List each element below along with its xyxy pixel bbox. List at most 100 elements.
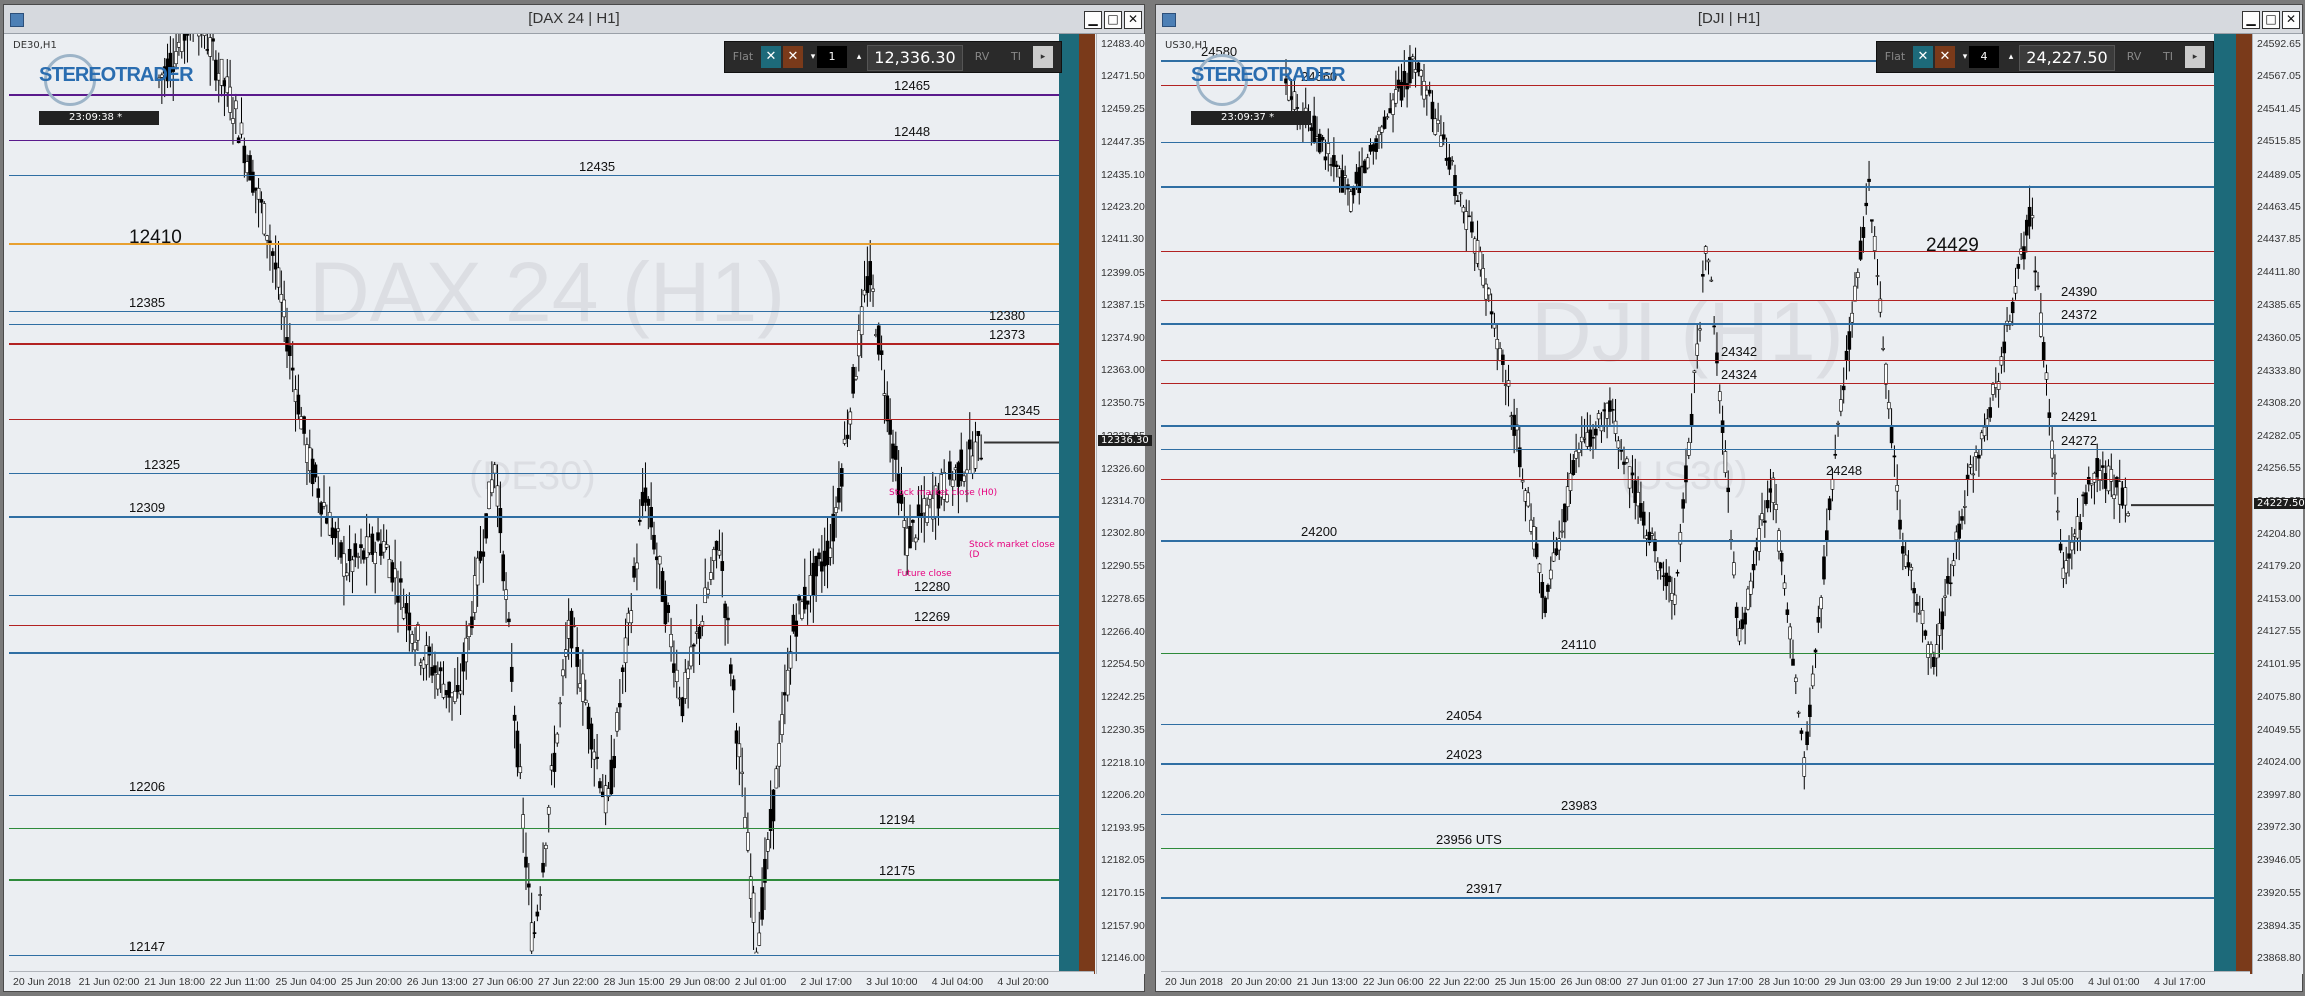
trade-toolbar[interactable]: Flat ✕ ✕ ▾ 4 ▴ 24,227.50 RV TI ▸	[1876, 41, 2214, 73]
close-button[interactable]: ✕	[2282, 11, 2300, 29]
title-bar[interactable]: [DJI | H1] ▁ □ ✕	[1156, 5, 2302, 34]
level-line[interactable]	[1161, 424, 2216, 427]
candle-body	[359, 544, 363, 549]
close-position-icon[interactable]: ✕	[761, 46, 781, 68]
time-tick: 20 Jun 20:00	[1230, 976, 1292, 988]
candle-body	[657, 556, 662, 565]
level-line[interactable]	[1161, 479, 2216, 481]
lots-input[interactable]: 1	[817, 46, 847, 68]
candle-body	[435, 673, 440, 690]
candle-body	[1765, 500, 1770, 509]
level-line[interactable]	[9, 310, 1059, 312]
price-axis[interactable]: 24592.65 24567.05 24541.45 24515.85 24489.05…	[2252, 34, 2305, 974]
title-bar[interactable]: [DAX 24 | H1] ▁ □ ✕	[4, 5, 1144, 34]
close-all-icon[interactable]: ✕	[783, 46, 803, 68]
candle-body	[1912, 588, 1916, 594]
side-panel[interactable]	[1059, 34, 1095, 974]
lots-input[interactable]: 4	[1969, 46, 1999, 68]
level-line[interactable]	[9, 139, 1059, 141]
level-line[interactable]	[1161, 448, 2216, 450]
level-line[interactable]	[9, 795, 1059, 797]
level-line[interactable]	[1161, 847, 2216, 849]
candle-body	[1441, 134, 1446, 140]
level-line[interactable]	[9, 516, 1059, 519]
close-position-icon[interactable]: ✕	[1913, 46, 1933, 68]
time-tick: 3 Jul 10:00	[866, 976, 918, 988]
time-axis[interactable]: 20 Jun 2018 21 Jun 02:00 21 Jun 18:00 22 Ju…	[9, 971, 1094, 991]
candle-body	[911, 519, 915, 523]
ti-button[interactable]: TI	[1005, 46, 1027, 68]
level-line[interactable]	[1161, 360, 2216, 362]
price-axis[interactable]: 12483.40 12471.50 12459.25 12447.35 12435.10…	[1096, 34, 1152, 974]
trade-toolbar[interactable]: Flat ✕ ✕ ▾ 1 ▴ 12,336.30 RV TI ▸	[724, 41, 1062, 73]
level-line[interactable]	[9, 473, 1059, 475]
scroll-arrow-icon[interactable]: ▸	[1033, 46, 1053, 68]
level-line[interactable]	[1161, 813, 2216, 815]
rv-button[interactable]: RV	[971, 46, 993, 68]
scroll-arrow-icon[interactable]: ▸	[2185, 46, 2205, 68]
price-tick: 12363.00	[1101, 364, 1145, 377]
time-axis[interactable]: 20 Jun 2018 20 Jun 20:00 21 Jun 13:00 22 Ju…	[1161, 971, 2250, 991]
level-line[interactable]	[1161, 186, 2216, 189]
candle-body	[962, 475, 966, 482]
level-line[interactable]	[1161, 897, 2216, 900]
level-label: 24200	[1301, 523, 1338, 539]
level-line[interactable]	[9, 955, 1059, 957]
level-line[interactable]	[9, 827, 1059, 829]
flat-button[interactable]: Flat	[1881, 46, 1909, 68]
level-line[interactable]	[9, 418, 1059, 420]
ti-button[interactable]: TI	[2157, 46, 2179, 68]
candle-body	[1810, 673, 1815, 687]
price-chart-area[interactable]: DAX 24 (H1) (DE30) 12465 12448 12435 12410 1…	[9, 34, 1059, 974]
candle-body	[481, 551, 486, 557]
candle-body	[1932, 656, 1936, 667]
candle-body	[2053, 472, 2057, 475]
candle-body	[882, 393, 887, 396]
price-tick: 24153.00	[2257, 593, 2301, 606]
candle-body	[475, 557, 480, 586]
close-button[interactable]: ✕	[1124, 11, 1142, 29]
time-tick: 21 Jun 02:00	[78, 976, 140, 988]
time-tick: 25 Jun 20:00	[341, 976, 402, 988]
level-line[interactable]	[9, 343, 1059, 346]
maximize-button[interactable]: □	[2262, 11, 2280, 29]
level-line[interactable]	[1161, 539, 2216, 542]
level-line[interactable]	[9, 651, 1059, 654]
level-line[interactable]	[9, 595, 1059, 596]
level-line[interactable]	[1161, 322, 2216, 325]
maximize-button[interactable]: □	[1104, 11, 1122, 29]
candle-body	[780, 714, 784, 735]
close-all-icon[interactable]: ✕	[1935, 46, 1955, 68]
rv-button[interactable]: RV	[2123, 46, 2145, 68]
dax-chart-window[interactable]: [DAX 24 | H1] ▁ □ ✕ DAX 24 (H1) (DE30) 1…	[3, 4, 1152, 992]
level-line[interactable]	[1161, 763, 2216, 766]
candle-body	[1853, 285, 1857, 302]
flat-button[interactable]: Flat	[729, 46, 757, 68]
dji-chart-window[interactable]: [DJI | H1] ▁ □ ✕ DJI (H1) (US30) 2458024…	[1155, 4, 2305, 992]
candle-body	[1732, 562, 1736, 576]
level-line[interactable]	[9, 175, 1059, 177]
level-line[interactable]	[1161, 724, 2216, 726]
candle-body	[1410, 56, 1415, 60]
level-line[interactable]	[1161, 383, 2216, 385]
candle-body	[2112, 494, 2116, 499]
level-line[interactable]	[9, 624, 1059, 626]
minimize-button[interactable]: ▁	[2242, 11, 2260, 29]
chevron-up-icon[interactable]: ▴	[2001, 46, 2021, 68]
candle-body	[774, 768, 779, 789]
level-line[interactable]	[1161, 142, 2216, 144]
level-line[interactable]	[9, 324, 1059, 326]
candle-body	[1884, 363, 1888, 385]
candle-body	[1486, 288, 1491, 296]
minimize-button[interactable]: ▁	[1084, 11, 1102, 29]
level-line[interactable]	[1161, 250, 2216, 252]
level-line[interactable]	[1161, 299, 2216, 301]
level-line[interactable]	[9, 879, 1059, 882]
price-chart-area[interactable]: DJI (H1) (US30) 245802456024429243902437…	[1161, 34, 2216, 974]
candle-body	[1915, 602, 1919, 606]
chevron-up-icon[interactable]: ▴	[849, 46, 869, 68]
level-line[interactable]	[1161, 653, 2216, 655]
candle-body	[851, 367, 855, 394]
side-panel[interactable]	[2214, 34, 2252, 974]
level-line[interactable]	[9, 93, 1059, 96]
